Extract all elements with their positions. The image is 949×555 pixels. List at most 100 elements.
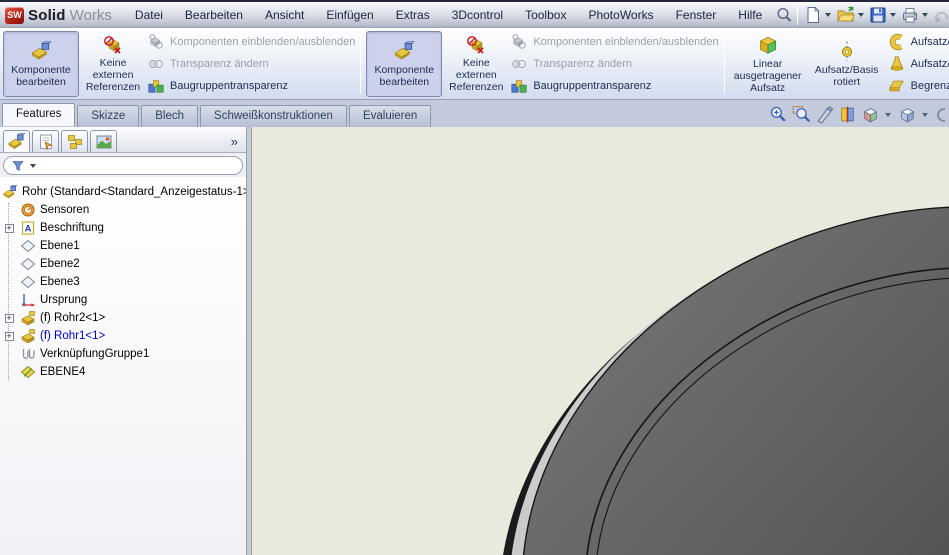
plane-selected-icon (20, 364, 36, 380)
rotate-view-icon[interactable] (815, 105, 834, 124)
component-icon (20, 328, 36, 344)
show-hide-components-icon (147, 33, 165, 51)
view-toolbar (769, 105, 947, 127)
displaymanager-tab[interactable] (90, 130, 117, 152)
save-dropdown-arrow[interactable] (890, 13, 897, 17)
edit-component-button-2[interactable]: Komponente bearbeiten (366, 30, 443, 97)
menu-photoworks[interactable]: PhotoWorks (577, 4, 664, 26)
display-style-dropdown-arrow[interactable] (922, 112, 928, 117)
tree-row-rohr1[interactable]: + (f) Rohr1<1> (2, 327, 244, 345)
show-hide-components-item: Komponenten einblenden/ausblenden (147, 32, 355, 52)
show-hide-components-item: Komponenten einblenden/ausblenden (510, 32, 719, 52)
boundary-boss-icon (888, 77, 906, 95)
no-external-references-button[interactable]: Keine externen Referenzen (82, 31, 144, 97)
tree-row-beschriftung[interactable]: + Beschriftung (2, 219, 244, 237)
brand-name-bold: Solid (28, 6, 66, 24)
change-transparency-item: Transparenz ändern (510, 54, 718, 74)
part-icon (2, 184, 18, 200)
tab-schweisskonstruktionen[interactable]: Schweißkonstruktionen (200, 105, 347, 127)
new-document-button[interactable] (803, 5, 823, 25)
filter-funnel-icon (11, 159, 25, 173)
menu-bearbeiten[interactable]: Bearbeiten (174, 4, 254, 26)
featuremanager-panel: » Rohr (Standard<Standard_Anzeigestatus-… (0, 127, 246, 555)
filter-dropdown-arrow[interactable] (30, 163, 36, 168)
expand-toggle[interactable]: + (4, 331, 14, 341)
edited-component-label: (f) Rohr1<1> (40, 330, 106, 342)
swept-boss-icon (888, 33, 906, 51)
expand-toggle[interactable]: + (4, 223, 14, 233)
menu-3dcontrol[interactable]: 3Dcontrol (441, 4, 514, 26)
section-view-icon[interactable] (838, 105, 857, 124)
tree-row-sensoren[interactable]: Sensoren (2, 201, 244, 219)
menu-fenster[interactable]: Fenster (665, 4, 728, 26)
feature-tree: Rohr (Standard<Standard_Anzeigestatus-1>… (0, 177, 246, 555)
view-orientation-dropdown-arrow[interactable] (885, 112, 891, 117)
plane-icon (20, 238, 36, 254)
save-button[interactable] (868, 5, 888, 25)
tree-row-ebene1[interactable]: Ebene1 (2, 237, 244, 255)
undo-button (932, 5, 949, 25)
graphics-viewport[interactable] (252, 127, 949, 555)
tree-row-verknuepfunggruppe[interactable]: VerknüpfungGruppe1 (2, 345, 244, 363)
no-external-references-icon (466, 35, 486, 55)
lofted-boss-item[interactable]: Aufsatz/Bas (888, 54, 949, 74)
new-dropdown-arrow[interactable] (825, 13, 832, 17)
zoom-to-area-icon[interactable] (792, 105, 811, 124)
command-toolbar: Komponente bearbeiten Keine externen Ref… (0, 28, 949, 100)
propertymanager-icon (37, 133, 55, 151)
tree-filter-input[interactable] (3, 156, 243, 175)
features-group: Linear ausgetragener Aufsatz Aufsatz/Bas… (727, 28, 949, 99)
tree-row-ursprung[interactable]: Ursprung (2, 291, 244, 309)
tab-evaluieren[interactable]: Evaluieren (348, 105, 432, 127)
tree-row-ebene3[interactable]: Ebene3 (2, 273, 244, 291)
clipped-toolbar-icon[interactable] (935, 105, 945, 124)
print-dropdown-arrow[interactable] (922, 13, 929, 17)
tab-skizze[interactable]: Skizze (77, 105, 140, 127)
open-dropdown-arrow[interactable] (858, 13, 865, 17)
swept-boss-item[interactable]: Aufsatz/Bas (888, 32, 949, 52)
configurationmanager-tab[interactable] (61, 130, 88, 152)
no-external-references-label: Keine externen Referenzen (85, 56, 141, 93)
edit-component-group-2: Komponente bearbeiten Keine externen Ref… (363, 28, 721, 99)
tree-root-row[interactable]: Rohr (Standard<Standard_Anzeigestatus-1>… (2, 183, 246, 201)
expand-toggle[interactable]: + (4, 313, 14, 323)
menu-extras[interactable]: Extras (385, 4, 441, 26)
view-orientation-icon[interactable] (861, 105, 880, 124)
tree-row-rohr2[interactable]: + (f) Rohr2<1> (2, 309, 244, 327)
menu-einfuegen[interactable]: Einfügen (315, 4, 384, 26)
solidworks-logo: SW Solid Works (3, 6, 118, 24)
search-icon[interactable] (775, 6, 793, 24)
tab-features[interactable]: Features (2, 103, 76, 126)
plane-icon (20, 274, 36, 290)
assembly-transparency-icon (147, 77, 165, 95)
menu-toolbox[interactable]: Toolbox (514, 4, 577, 26)
mategroup-icon (20, 346, 36, 362)
tab-blech[interactable]: Blech (141, 105, 199, 127)
boss-feature-stack: Aufsatz/Bas Aufsatz/Bas Begrenzung (888, 32, 949, 96)
assembly-transparency-icon (510, 77, 528, 95)
boundary-boss-item[interactable]: Begrenzung (888, 76, 949, 96)
lofted-boss-icon (888, 55, 906, 73)
featuremanager-tab[interactable] (3, 130, 30, 152)
propertymanager-tab[interactable] (32, 130, 59, 152)
open-button[interactable] (835, 5, 856, 25)
no-external-references-button-2[interactable]: Keine externen Referenzen (445, 31, 507, 97)
print-button[interactable] (900, 5, 920, 25)
display-style-icon[interactable] (898, 105, 917, 124)
tree-row-ebene2[interactable]: Ebene2 (2, 255, 244, 273)
panel-overflow-chevron[interactable]: » (231, 134, 242, 152)
revolved-boss-button[interactable]: Aufsatz/Basis rotiert (809, 31, 885, 97)
extruded-boss-button[interactable]: Linear ausgetragener Aufsatz (730, 31, 806, 97)
revolved-boss-icon (836, 40, 858, 62)
edit-component-button[interactable]: Komponente bearbeiten (3, 30, 79, 97)
zoom-to-fit-icon[interactable] (769, 105, 788, 124)
menu-datei[interactable]: Datei (124, 4, 174, 26)
tree-row-ebene4[interactable]: EBENE4 (2, 363, 244, 381)
menu-hilfe[interactable]: Hilfe (727, 4, 773, 26)
3d-part-rohr (499, 205, 949, 555)
extruded-boss-icon (757, 34, 779, 56)
assembly-transparency-item[interactable]: Baugruppentransparenz (510, 76, 718, 96)
edit-component-icon (30, 40, 52, 62)
menu-ansicht[interactable]: Ansicht (254, 4, 315, 26)
assembly-transparency-item[interactable]: Baugruppentransparenz (147, 76, 355, 96)
